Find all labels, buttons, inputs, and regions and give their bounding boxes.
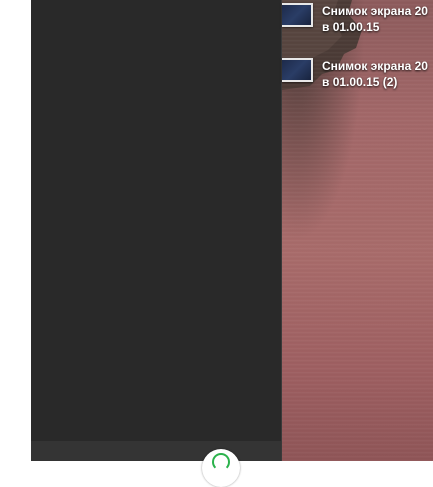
file-name-line2: в 01.00.15 (2) xyxy=(322,75,398,89)
file-name-line1: Снимок экрана 20 xyxy=(322,59,428,73)
file-label: Снимок экрана 20 в 01.00.15 (2) xyxy=(322,58,428,90)
app-window-panel xyxy=(31,0,282,461)
app-footer-bar xyxy=(31,441,281,461)
chat-launcher-button[interactable] xyxy=(202,449,240,487)
file-name-line1: Снимок экрана 20 xyxy=(322,4,428,18)
file-label: Снимок экрана 20 в 01.00.15 xyxy=(322,3,428,35)
file-name-line2: в 01.00.15 xyxy=(322,20,380,34)
desktop-file-screenshot-2[interactable]: Снимок экрана 20 в 01.00.15 (2) xyxy=(282,58,433,94)
desktop-file-screenshot-1[interactable]: Снимок экрана 20 в 01.00.15 xyxy=(282,3,433,39)
background-strip xyxy=(0,0,31,461)
image-thumbnail-icon xyxy=(282,3,313,27)
image-thumbnail-icon xyxy=(282,58,313,82)
whatsapp-icon xyxy=(212,453,230,471)
